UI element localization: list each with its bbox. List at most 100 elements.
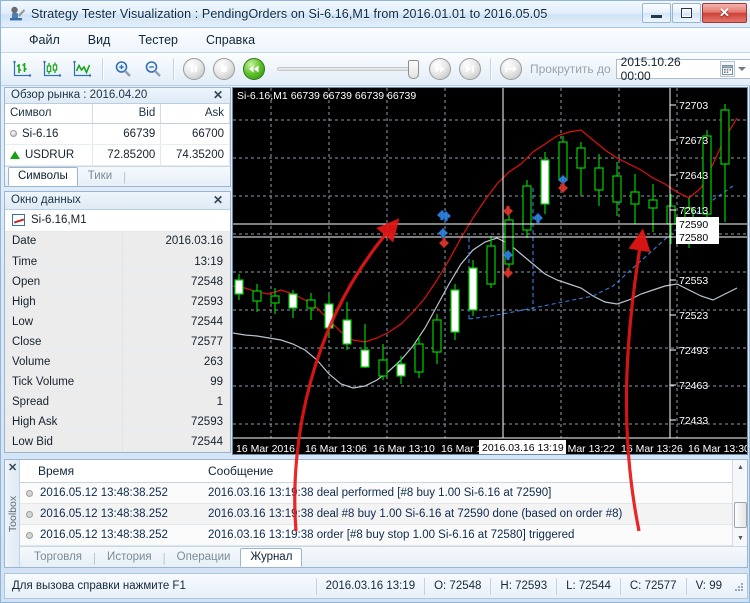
data-window-close-icon[interactable]: ✕ — [210, 193, 226, 207]
list-item: Tick Volume 99 — [5, 371, 230, 392]
line-chart-button[interactable] — [68, 56, 96, 82]
stop-button[interactable] — [210, 56, 238, 82]
svg-text:72673: 72673 — [679, 135, 708, 147]
list-item: High Ask 72593 — [5, 411, 230, 432]
svg-text:72523: 72523 — [679, 310, 708, 322]
tab-trade[interactable]: Торговля — [24, 548, 92, 567]
chart-canvas[interactable]: 72703 72673 72643 72613 72553 72523 7249… — [233, 88, 747, 454]
fast-forward-button[interactable] — [426, 56, 454, 82]
scroll-up-icon[interactable]: ▲ — [733, 460, 748, 475]
status-volume: V: 99 — [685, 577, 731, 595]
table-row[interactable]: Si-6.16 66739 66700 — [5, 123, 230, 145]
market-watch-close-icon[interactable]: ✕ — [210, 88, 226, 102]
bar-chart-button[interactable] — [8, 56, 36, 82]
table-row[interactable]: 2016.05.12 13:48:38.252 2016.03.16 13:19… — [20, 525, 747, 546]
log-time: 2016.05.12 13:48:38.252 — [40, 508, 168, 520]
candlestick-chart-icon — [43, 60, 62, 77]
window-title: Strategy Tester Visualization : PendingO… — [31, 7, 548, 21]
column-header-time[interactable]: Время — [38, 464, 208, 478]
zoom-out-icon — [145, 61, 161, 77]
row-status-icon — [20, 531, 38, 539]
journal-scrollbar[interactable]: ▲ ▼ — [732, 460, 747, 546]
data-value: 72544 — [122, 311, 230, 332]
scroll-to-date-input[interactable]: 2015.10.26 00:00 — [615, 55, 750, 83]
tab-ticks[interactable]: Тики — [78, 167, 122, 186]
rewind-button[interactable] — [240, 56, 268, 82]
up-arrow-icon — [10, 150, 20, 159]
svg-text:2016.03.16 13:19: 2016.03.16 13:19 — [482, 442, 564, 454]
data-value: 72577 — [122, 331, 230, 352]
chart-icon — [12, 214, 25, 227]
menu-item-view[interactable]: Вид — [74, 29, 125, 51]
close-button[interactable]: ✕ — [702, 3, 747, 23]
svg-text:72463: 72463 — [679, 380, 708, 392]
pause-button[interactable] — [180, 56, 208, 82]
ask-cell: 66700 — [160, 123, 230, 145]
minimize-button[interactable] — [642, 3, 671, 23]
data-key: High Ask — [5, 411, 123, 432]
menu-item-tester[interactable]: Тестер — [124, 29, 192, 51]
bid-cell: 66739 — [92, 123, 162, 145]
table-row[interactable]: 2016.05.12 13:48:38.252 2016.03.16 13:19… — [20, 483, 747, 504]
menu-item-help[interactable]: Справка — [192, 29, 269, 51]
symbol-name: Si-6.16 — [22, 128, 59, 140]
menu-item-file[interactable]: Файл — [15, 29, 74, 51]
candlestick-chart-button[interactable] — [38, 56, 66, 82]
tab-symbols[interactable]: Символы — [8, 167, 78, 186]
list-item: Volume 263 — [5, 351, 230, 372]
speed-slider[interactable] — [277, 60, 419, 79]
calendar-icon[interactable] — [720, 61, 736, 77]
tab-operations[interactable]: Операции — [167, 548, 241, 567]
price-chart[interactable]: Si-6.16,M1 66739 66739 66739 66739 72703… — [232, 87, 748, 455]
list-item: Close 72577 — [5, 331, 230, 352]
resize-grip[interactable] — [731, 579, 745, 593]
fast-forward-icon — [428, 58, 451, 80]
table-row[interactable]: 2016.05.12 13:48:38.252 2016.03.16 13:19… — [20, 504, 747, 525]
log-message: 2016.03.16 13:19:38 deal #8 buy 1.00 Si-… — [208, 508, 623, 520]
svg-text:16 Mar 13:10: 16 Mar 13:10 — [373, 443, 435, 454]
list-item: Low Bid 72544 — [5, 431, 230, 452]
toolbox-tabs: Торговля | История | Операции Журнал — [20, 546, 747, 567]
toolbox-panel: ✕ Toolbox Время Сообщение 2016.05.12 13:… — [4, 459, 748, 568]
symbol-name: USDRUR — [25, 149, 75, 161]
scroll-down-icon[interactable]: ▼ — [733, 531, 748, 546]
column-header-message[interactable]: Сообщение — [208, 464, 273, 478]
list-item: Spread 1 — [5, 391, 230, 412]
status-circle-icon — [10, 130, 17, 138]
skip-forward-button[interactable] — [456, 56, 484, 82]
data-window-symbol-row: Si-6.16,M1 — [5, 209, 230, 232]
menu-bar: Файл Вид Тестер Справка — [1, 28, 750, 53]
table-row[interactable]: USDRUR 72.85200 74.35200 — [5, 144, 230, 166]
zoom-in-button[interactable] — [109, 56, 137, 82]
toolbox-close-icon[interactable]: ✕ — [8, 461, 17, 474]
scroll-to-label: Прокрутить до — [529, 62, 611, 76]
zoom-out-button[interactable] — [139, 56, 167, 82]
toolbox-sidebar: ✕ Toolbox — [5, 460, 20, 567]
ask-cell: 74.35200 — [160, 144, 230, 166]
column-header-ask[interactable]: Ask — [160, 103, 230, 124]
scrollbar-thumb[interactable] — [734, 502, 747, 528]
row-status-icon — [20, 510, 38, 518]
svg-text:72613: 72613 — [679, 205, 708, 217]
chevron-down-icon[interactable] — [738, 67, 747, 71]
left-dock: Обзор рынка : 2016.04.20 ✕ Символ Bid As… — [4, 87, 231, 455]
speed-slider-thumb[interactable] — [407, 60, 419, 79]
data-value: 72548 — [122, 271, 230, 292]
column-header-bid[interactable]: Bid — [92, 103, 162, 124]
column-header-symbol[interactable]: Символ — [5, 103, 93, 124]
market-watch-panel: Обзор рынка : 2016.04.20 ✕ Символ Bid As… — [4, 87, 231, 187]
symbol-cell: Si-6.16 — [5, 123, 93, 145]
scroll-to-button[interactable] — [497, 56, 525, 82]
svg-text:72433: 72433 — [679, 415, 708, 427]
list-item: Open 72548 — [5, 271, 230, 292]
tab-history[interactable]: История — [97, 548, 162, 567]
log-message: 2016.03.16 13:19:38 order [#8 buy stop 1… — [208, 529, 575, 541]
tab-journal[interactable]: Журнал — [240, 548, 303, 567]
maximize-button[interactable] — [672, 3, 701, 23]
symbol-cell: USDRUR — [5, 144, 93, 166]
market-watch-title: Обзор рынка : 2016.04.20 — [11, 89, 148, 102]
data-key: Low Bid — [5, 431, 123, 452]
crosshair-time-tag: 2016.03.16 13:19 — [479, 440, 566, 454]
bar-chart-icon — [13, 60, 32, 77]
list-item: High 72593 — [5, 291, 230, 312]
